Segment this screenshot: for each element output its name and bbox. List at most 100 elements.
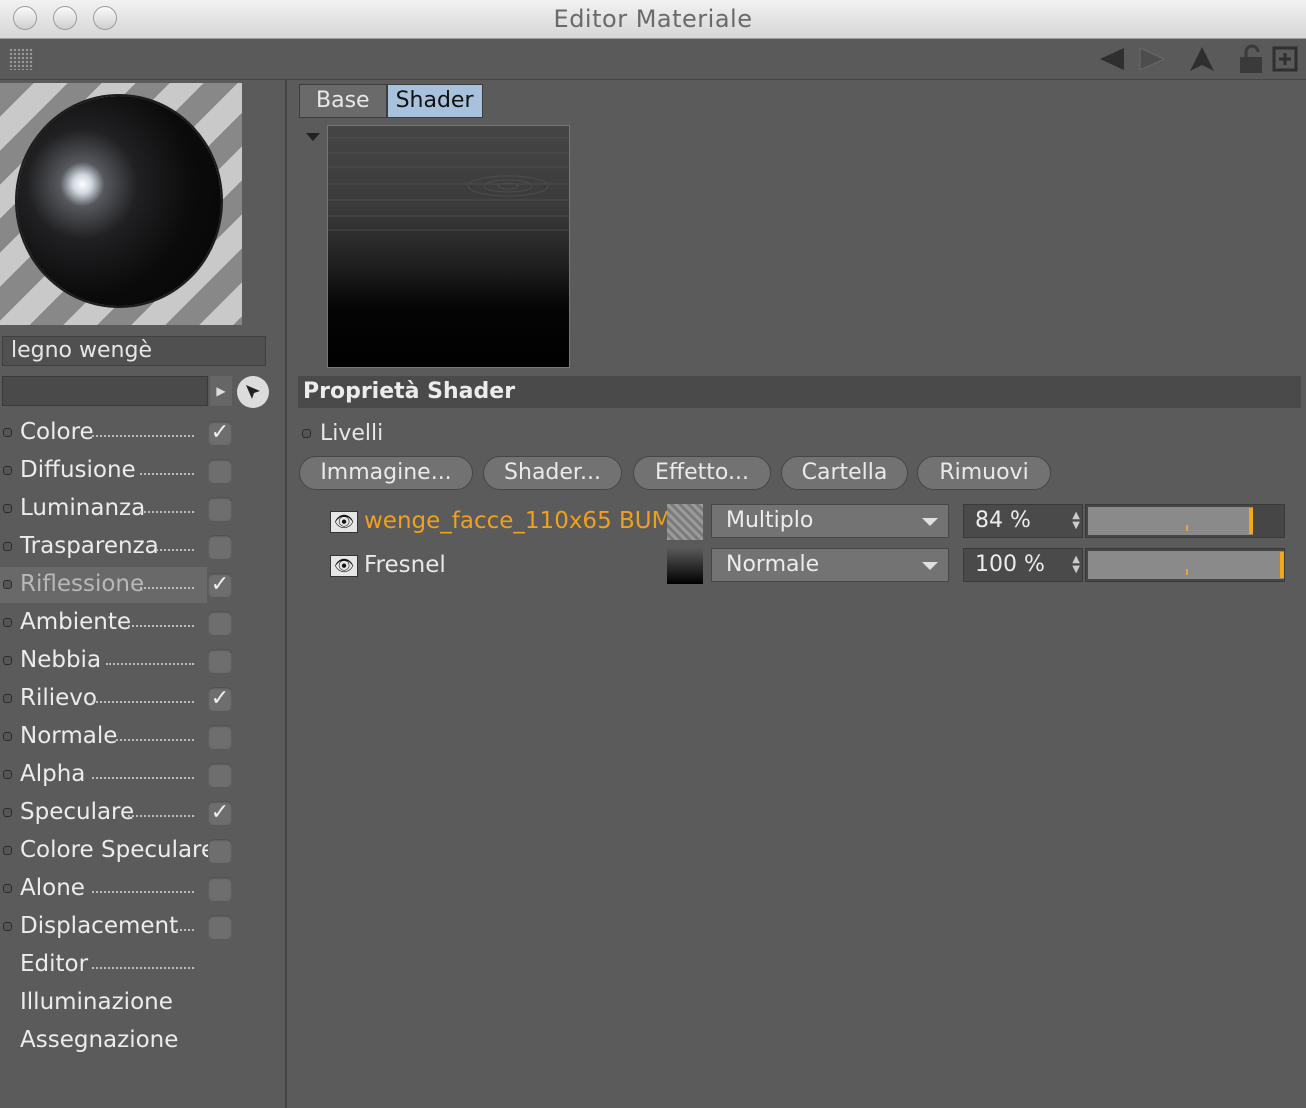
stepper-icon[interactable]: ▲ ▼: [1072, 555, 1080, 575]
chevron-down-icon: [922, 518, 938, 526]
channel-label: Trasparenza: [20, 533, 159, 559]
eye-icon[interactable]: 👁: [330, 555, 358, 577]
channel-checkbox[interactable]: ✓: [208, 573, 232, 597]
livelli-label: Livelli: [320, 421, 384, 446]
opacity-slider[interactable]: [1085, 548, 1285, 582]
item-editor[interactable]: Editor: [0, 946, 287, 984]
channel-checkbox[interactable]: ✓: [208, 421, 232, 445]
material-preview[interactable]: [0, 83, 242, 325]
eye-icon[interactable]: 👁: [330, 511, 358, 533]
slider-handle[interactable]: [1280, 552, 1284, 578]
layer-thumbnail: [667, 548, 703, 584]
channel-dot: [3, 732, 12, 741]
tab-base[interactable]: Base: [299, 84, 387, 118]
new-window-icon[interactable]: [1270, 44, 1300, 74]
blend-mode-select[interactable]: Normale: [711, 548, 949, 582]
channel-checkbox[interactable]: [208, 915, 232, 939]
leader-dots: [92, 777, 194, 779]
channel-checkbox[interactable]: [208, 611, 232, 635]
channel-checkbox[interactable]: [208, 725, 232, 749]
channel-nebbia[interactable]: Nebbia: [0, 642, 287, 680]
up-arrow-icon[interactable]: [1187, 44, 1217, 74]
channel-label: Diffusione: [20, 457, 136, 483]
livelli-row[interactable]: Livelli: [302, 421, 383, 446]
stepper-icon[interactable]: ▲ ▼: [1072, 511, 1080, 531]
channel-dot: [3, 808, 12, 817]
channel-dot: [3, 884, 12, 893]
immagine-button[interactable]: Immagine...: [299, 456, 473, 490]
shader-button[interactable]: Shader...: [483, 456, 622, 490]
channel-alpha[interactable]: Alpha: [0, 756, 287, 794]
material-sphere: [17, 96, 221, 306]
livelli-dot: [302, 429, 311, 438]
channel-label: Colore Speculare: [20, 837, 216, 863]
grip-icon[interactable]: [9, 48, 33, 70]
back-arrow-icon[interactable]: [1097, 44, 1127, 74]
leader-dots: [128, 815, 194, 817]
channel-dot: [3, 846, 12, 855]
channel-colore[interactable]: Colore ✓: [0, 414, 287, 452]
lock-icon[interactable]: [1236, 44, 1266, 74]
cartella-button[interactable]: Cartella: [781, 456, 908, 490]
channel-list: Colore ✓ Diffusione Luminanza Trasparenz…: [0, 414, 287, 1060]
slider-midmark: [1186, 569, 1188, 575]
channel-riflessione[interactable]: Riflessione ✓: [0, 566, 287, 604]
channel-colore-speculare[interactable]: Colore Speculare: [0, 832, 287, 870]
item-label: Editor: [20, 951, 89, 977]
channel-checkbox[interactable]: [208, 839, 232, 863]
layer-name[interactable]: Fresnel: [364, 552, 446, 578]
opacity-slider[interactable]: [1085, 504, 1285, 538]
slider-midmark: [1186, 525, 1188, 531]
slider-fill: [1088, 507, 1253, 535]
tab-bar: Base Shader: [299, 84, 483, 118]
channel-luminanza[interactable]: Luminanza: [0, 490, 287, 528]
channel-label: Ambiente: [20, 609, 132, 635]
channel-speculare[interactable]: Speculare ✓: [0, 794, 287, 832]
layer-thumbnail: [667, 504, 703, 540]
effetto-button[interactable]: Effetto...: [633, 456, 771, 490]
channel-trasparenza[interactable]: Trasparenza: [0, 528, 287, 566]
layer-name[interactable]: wenge_facce_110x65 BUMP: [364, 508, 685, 534]
item-illuminazione[interactable]: Illuminazione: [0, 984, 287, 1022]
leader-dots: [106, 663, 194, 665]
channel-dot: [3, 542, 12, 551]
channel-label: Normale: [20, 723, 118, 749]
blend-mode-value: Multiplo: [726, 508, 814, 533]
opacity-field[interactable]: 84 % ▲ ▼: [963, 504, 1083, 538]
channel-search-field[interactable]: [2, 376, 208, 406]
blend-mode-select[interactable]: Multiplo: [711, 504, 949, 538]
channel-checkbox[interactable]: [208, 459, 232, 483]
collapse-triangle-icon[interactable]: [306, 133, 320, 141]
tab-shader[interactable]: Shader: [386, 84, 483, 118]
item-assegnazione[interactable]: Assegnazione: [0, 1022, 287, 1060]
channel-checkbox[interactable]: [208, 497, 232, 521]
rimuovi-button[interactable]: Rimuovi: [917, 456, 1051, 490]
leader-dots: [92, 967, 194, 969]
channel-label: Riflessione: [20, 571, 145, 597]
channel-label: Displacement: [20, 913, 179, 939]
channel-alone[interactable]: Alone: [0, 870, 287, 908]
forward-arrow-icon[interactable]: [1137, 44, 1167, 74]
channel-checkbox[interactable]: ✓: [208, 801, 232, 825]
channel-rilievo[interactable]: Rilievo ✓: [0, 680, 287, 718]
slider-handle[interactable]: [1249, 508, 1253, 534]
title-bar: Editor Materiale: [0, 0, 1306, 39]
layer-row[interactable]: 👁 Fresnel Normale 100 % ▲ ▼: [330, 548, 1300, 592]
channel-dot: [3, 656, 12, 665]
pointer-icon[interactable]: [237, 376, 269, 408]
channel-checkbox[interactable]: [208, 877, 232, 901]
layer-row[interactable]: 👁 wenge_facce_110x65 BUMP Multiplo 84 % …: [330, 504, 1300, 548]
opacity-field[interactable]: 100 % ▲ ▼: [963, 548, 1083, 582]
material-name-field[interactable]: legno wengè: [2, 336, 266, 366]
channel-checkbox[interactable]: [208, 535, 232, 559]
leader-dots: [140, 511, 194, 513]
channel-diffusione[interactable]: Diffusione: [0, 452, 287, 490]
channel-checkbox[interactable]: ✓: [208, 687, 232, 711]
leader-dots: [116, 739, 194, 741]
channel-ambiente[interactable]: Ambiente: [0, 604, 287, 642]
channel-checkbox[interactable]: [208, 649, 232, 673]
channel-checkbox[interactable]: [208, 763, 232, 787]
chevron-right-icon[interactable]: ▶: [210, 376, 232, 406]
channel-normale[interactable]: Normale: [0, 718, 287, 756]
channel-displacement[interactable]: Displacement: [0, 908, 287, 946]
